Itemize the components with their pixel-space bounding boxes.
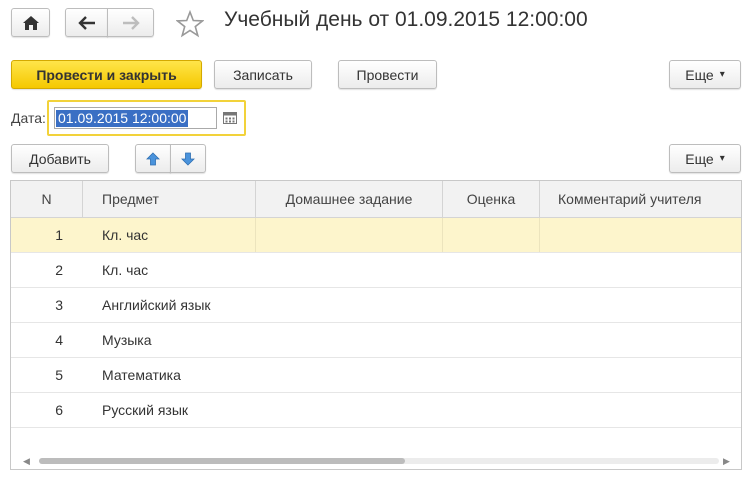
table-row[interactable]: 2 Кл. час	[11, 253, 741, 288]
chevron-down-icon: ▾	[719, 153, 725, 164]
home-button[interactable]	[11, 8, 50, 37]
page-title: Учебный день от 01.09.2015 12:00:00	[224, 8, 588, 31]
lessons-table[interactable]: N Предмет Домашнее задание Оценка Коммен…	[10, 180, 742, 470]
row-subject[interactable]: Музыка	[83, 323, 256, 357]
row-subject[interactable]: Кл. час	[83, 253, 256, 287]
move-up-button[interactable]	[135, 144, 171, 173]
calendar-icon	[223, 112, 237, 124]
row-homework[interactable]	[256, 218, 443, 252]
post-and-close-button[interactable]: Провести и закрыть	[11, 60, 202, 89]
table-row[interactable]: 1 Кл. час	[11, 218, 741, 253]
row-number: 1	[55, 227, 63, 243]
row-subject[interactable]: Математика	[83, 358, 256, 392]
save-button[interactable]: Записать	[214, 60, 312, 89]
row-grade[interactable]	[443, 218, 540, 252]
scroll-right-icon[interactable]: ▶	[723, 456, 730, 467]
home-icon	[22, 15, 39, 30]
back-button[interactable]	[65, 8, 108, 37]
table-more-label: Еще	[685, 150, 714, 167]
date-value: 01.09.2015 12:00:00	[56, 110, 189, 127]
table-row[interactable]: 3 Английский язык	[11, 288, 741, 323]
forward-button[interactable]	[107, 8, 154, 37]
arrow-right-icon	[122, 15, 140, 30]
table-row[interactable]: 4 Музыка	[11, 323, 741, 358]
table-row[interactable]: 5 Математика	[11, 358, 741, 393]
row-number: 6	[55, 402, 63, 418]
row-number: 2	[55, 262, 63, 278]
column-header-homework[interactable]: Домашнее задание	[256, 181, 443, 218]
date-field-focus-frame: 01.09.2015 12:00:00	[47, 100, 246, 136]
date-input[interactable]: 01.09.2015 12:00:00	[54, 107, 217, 129]
post-button[interactable]: Провести	[338, 60, 437, 89]
calendar-button[interactable]	[219, 107, 241, 129]
arrow-left-icon	[77, 15, 95, 30]
table-row[interactable]: 6 Русский язык	[11, 393, 741, 428]
scroll-left-icon[interactable]: ◀	[23, 456, 30, 467]
move-down-button[interactable]	[170, 144, 206, 173]
favorite-button[interactable]	[175, 9, 205, 38]
date-label: Дата:	[11, 110, 46, 126]
row-number: 3	[55, 297, 63, 313]
scrollbar-thumb[interactable]	[39, 458, 405, 464]
add-row-button[interactable]: Добавить	[11, 144, 109, 173]
more-menu-button[interactable]: Еще ▾	[669, 60, 741, 89]
table-header: N Предмет Домашнее задание Оценка Коммен…	[11, 181, 741, 218]
column-header-n[interactable]: N	[11, 181, 83, 218]
column-header-grade[interactable]: Оценка	[443, 181, 540, 218]
column-header-teacher-comment[interactable]: Комментарий учителя	[540, 181, 741, 218]
star-icon	[175, 9, 205, 38]
horizontal-scrollbar[interactable]: ◀ ▶	[11, 451, 741, 469]
row-subject[interactable]: Кл. час	[83, 218, 256, 252]
arrow-up-icon	[146, 151, 160, 165]
chevron-down-icon: ▾	[719, 69, 725, 80]
row-number: 5	[55, 367, 63, 383]
arrow-down-icon	[181, 152, 195, 166]
table-more-menu-button[interactable]: Еще ▾	[669, 144, 741, 173]
row-comment[interactable]	[540, 218, 741, 252]
row-number: 4	[55, 332, 63, 348]
row-subject[interactable]: Английский язык	[83, 288, 256, 322]
more-label: Еще	[685, 66, 714, 83]
column-header-subject[interactable]: Предмет	[83, 181, 256, 218]
row-subject[interactable]: Русский язык	[83, 393, 256, 427]
